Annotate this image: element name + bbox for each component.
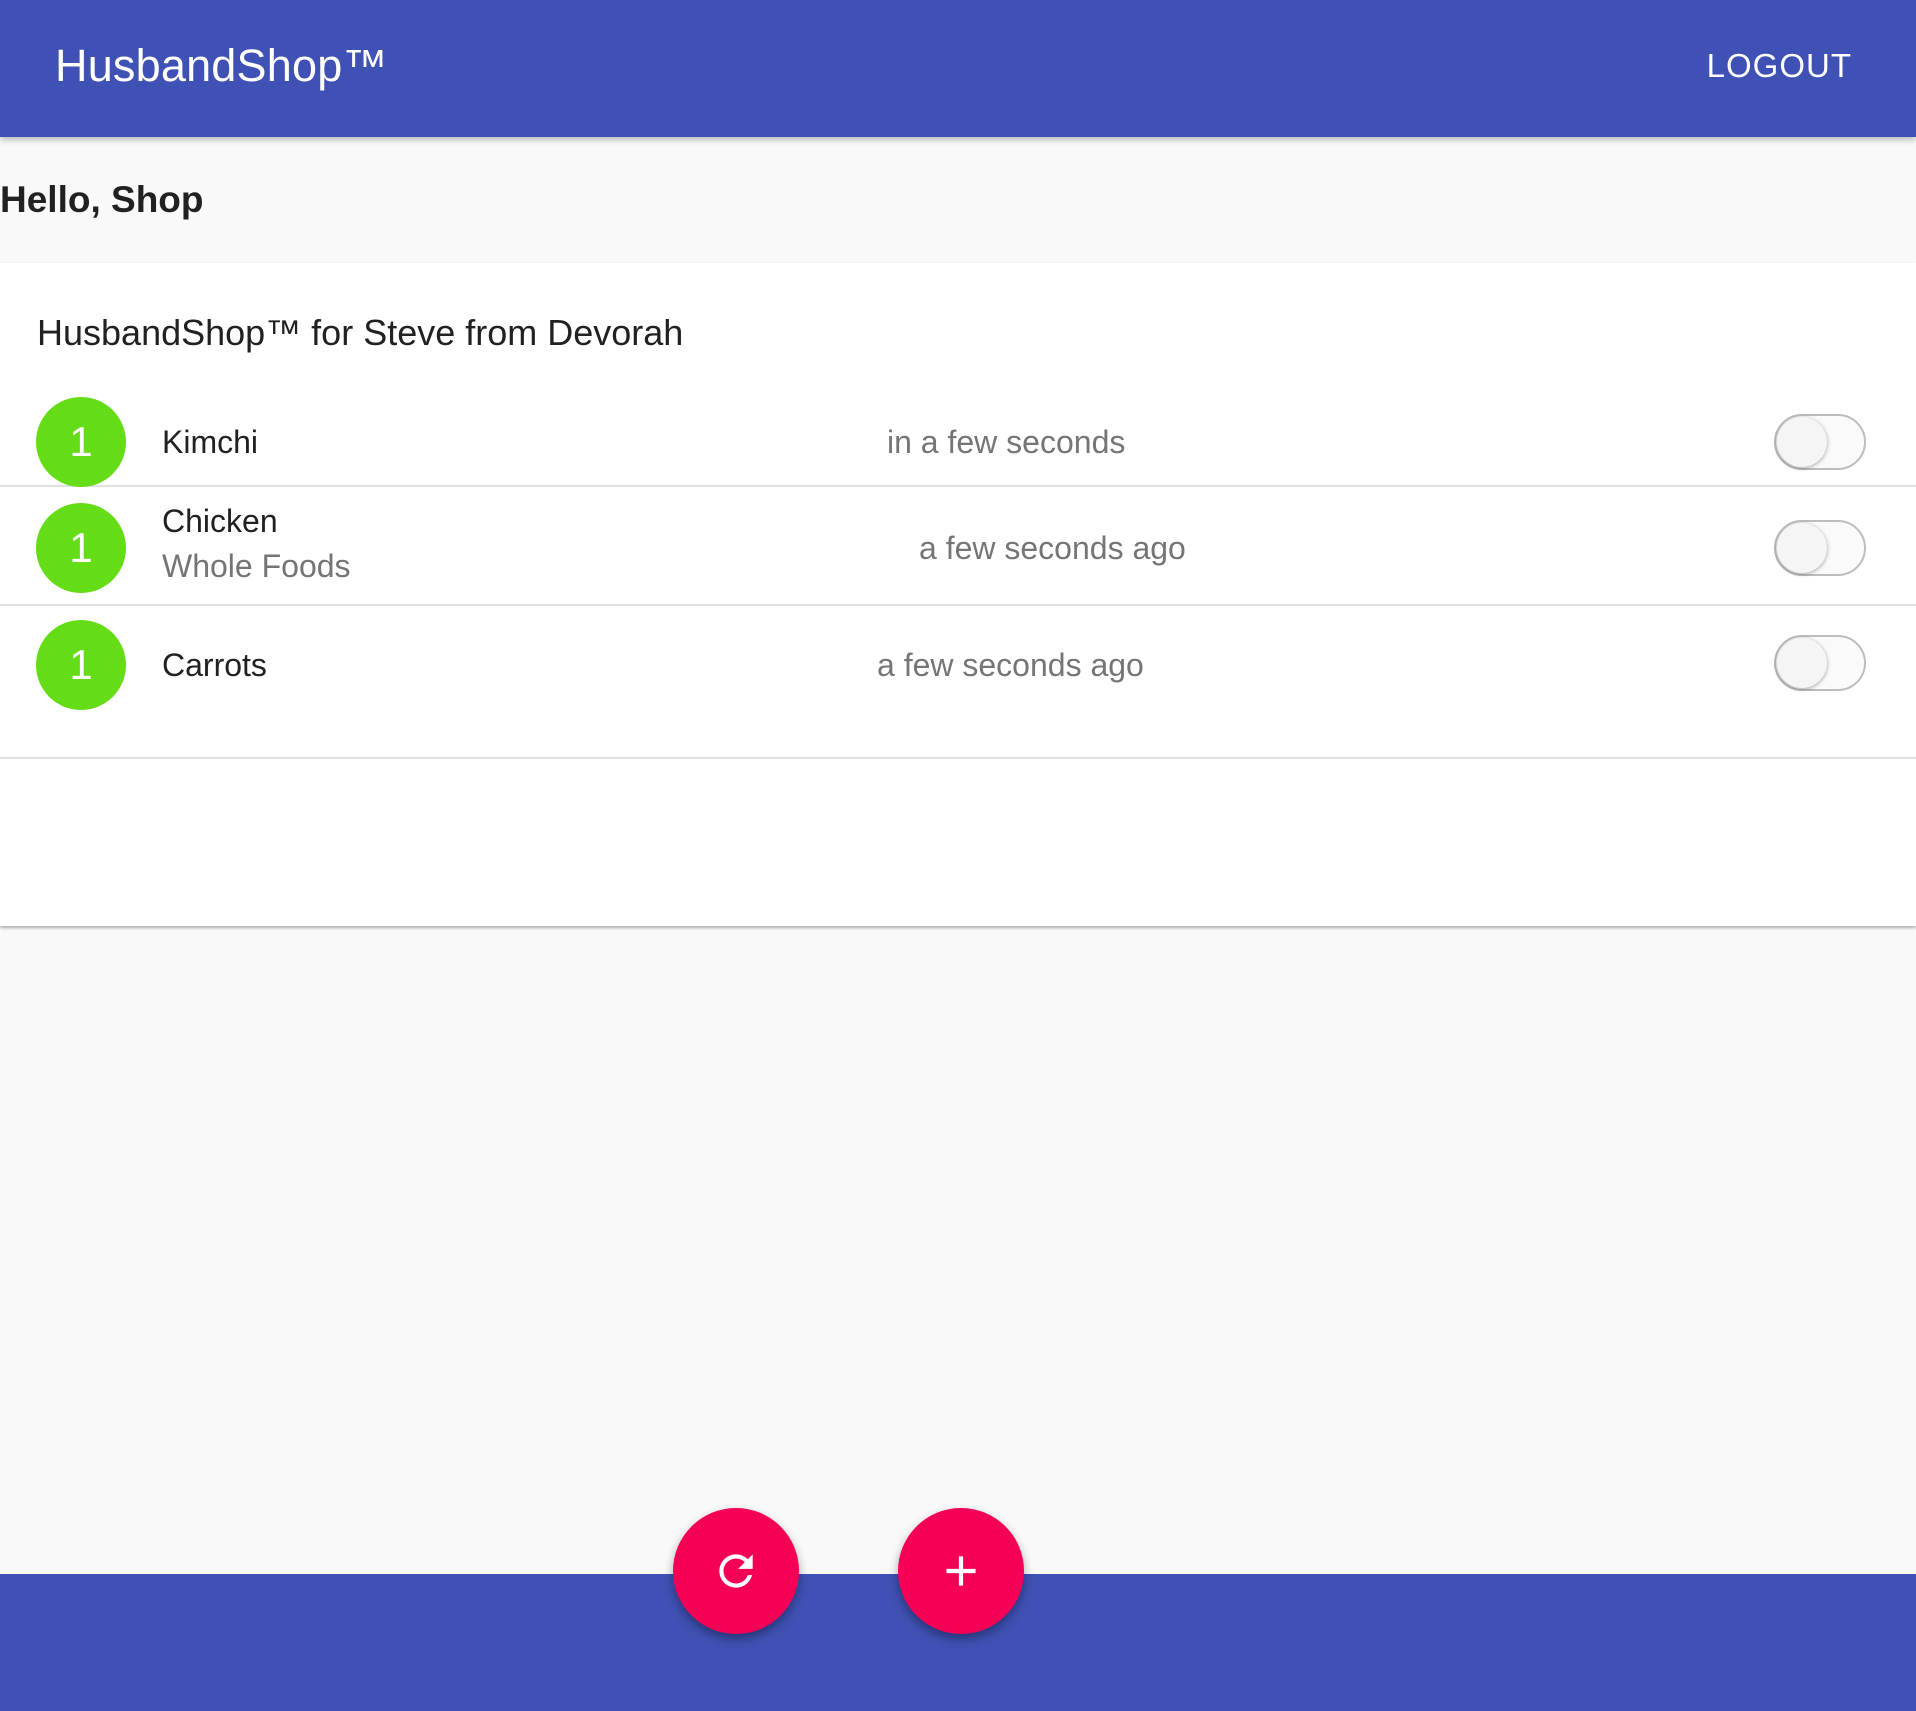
- purchased-toggle[interactable]: [1774, 520, 1866, 576]
- item-name: Carrots: [162, 647, 267, 683]
- app-title: HusbandShop™: [55, 40, 388, 91]
- app-bar: HusbandShop™ LOGOUT: [0, 0, 1916, 137]
- divider: [0, 757, 1916, 759]
- plus-icon: [946, 1556, 976, 1586]
- toggle-knob: [1777, 523, 1827, 573]
- quantity-avatar: 1: [36, 503, 126, 593]
- refresh-icon: [719, 1554, 753, 1588]
- purchased-toggle[interactable]: [1774, 635, 1866, 691]
- item-time: a few seconds ago: [877, 647, 1144, 683]
- purchased-toggle[interactable]: [1774, 414, 1866, 470]
- item-store: Whole Foods: [162, 548, 351, 584]
- logout-button[interactable]: LOGOUT: [1707, 46, 1852, 86]
- add-item-button[interactable]: [898, 1508, 1024, 1634]
- item-name: Chicken: [162, 503, 278, 539]
- item-name: Kimchi: [162, 424, 259, 460]
- toggle-knob: [1777, 638, 1827, 688]
- shopping-list-card: HusbandShop™ for Steve from Devorah 1 Ki…: [0, 263, 1916, 926]
- toggle-knob: [1777, 417, 1827, 467]
- list-item[interactable]: 1 Carrots a few seconds ago: [0, 620, 1916, 721]
- quantity-avatar: 1: [36, 397, 126, 487]
- list-item[interactable]: 1 Chicken Whole Foods a few seconds ago: [0, 487, 1916, 606]
- refresh-button[interactable]: [673, 1508, 799, 1634]
- greeting: Hello, Shop: [0, 179, 204, 220]
- list-title: HusbandShop™ for Steve from Devorah: [37, 312, 684, 353]
- item-time: a few seconds ago: [919, 530, 1186, 566]
- list-item[interactable]: 1 Kimchi in a few seconds: [0, 395, 1916, 487]
- quantity-avatar: 1: [36, 620, 126, 710]
- item-time: in a few seconds: [887, 424, 1126, 460]
